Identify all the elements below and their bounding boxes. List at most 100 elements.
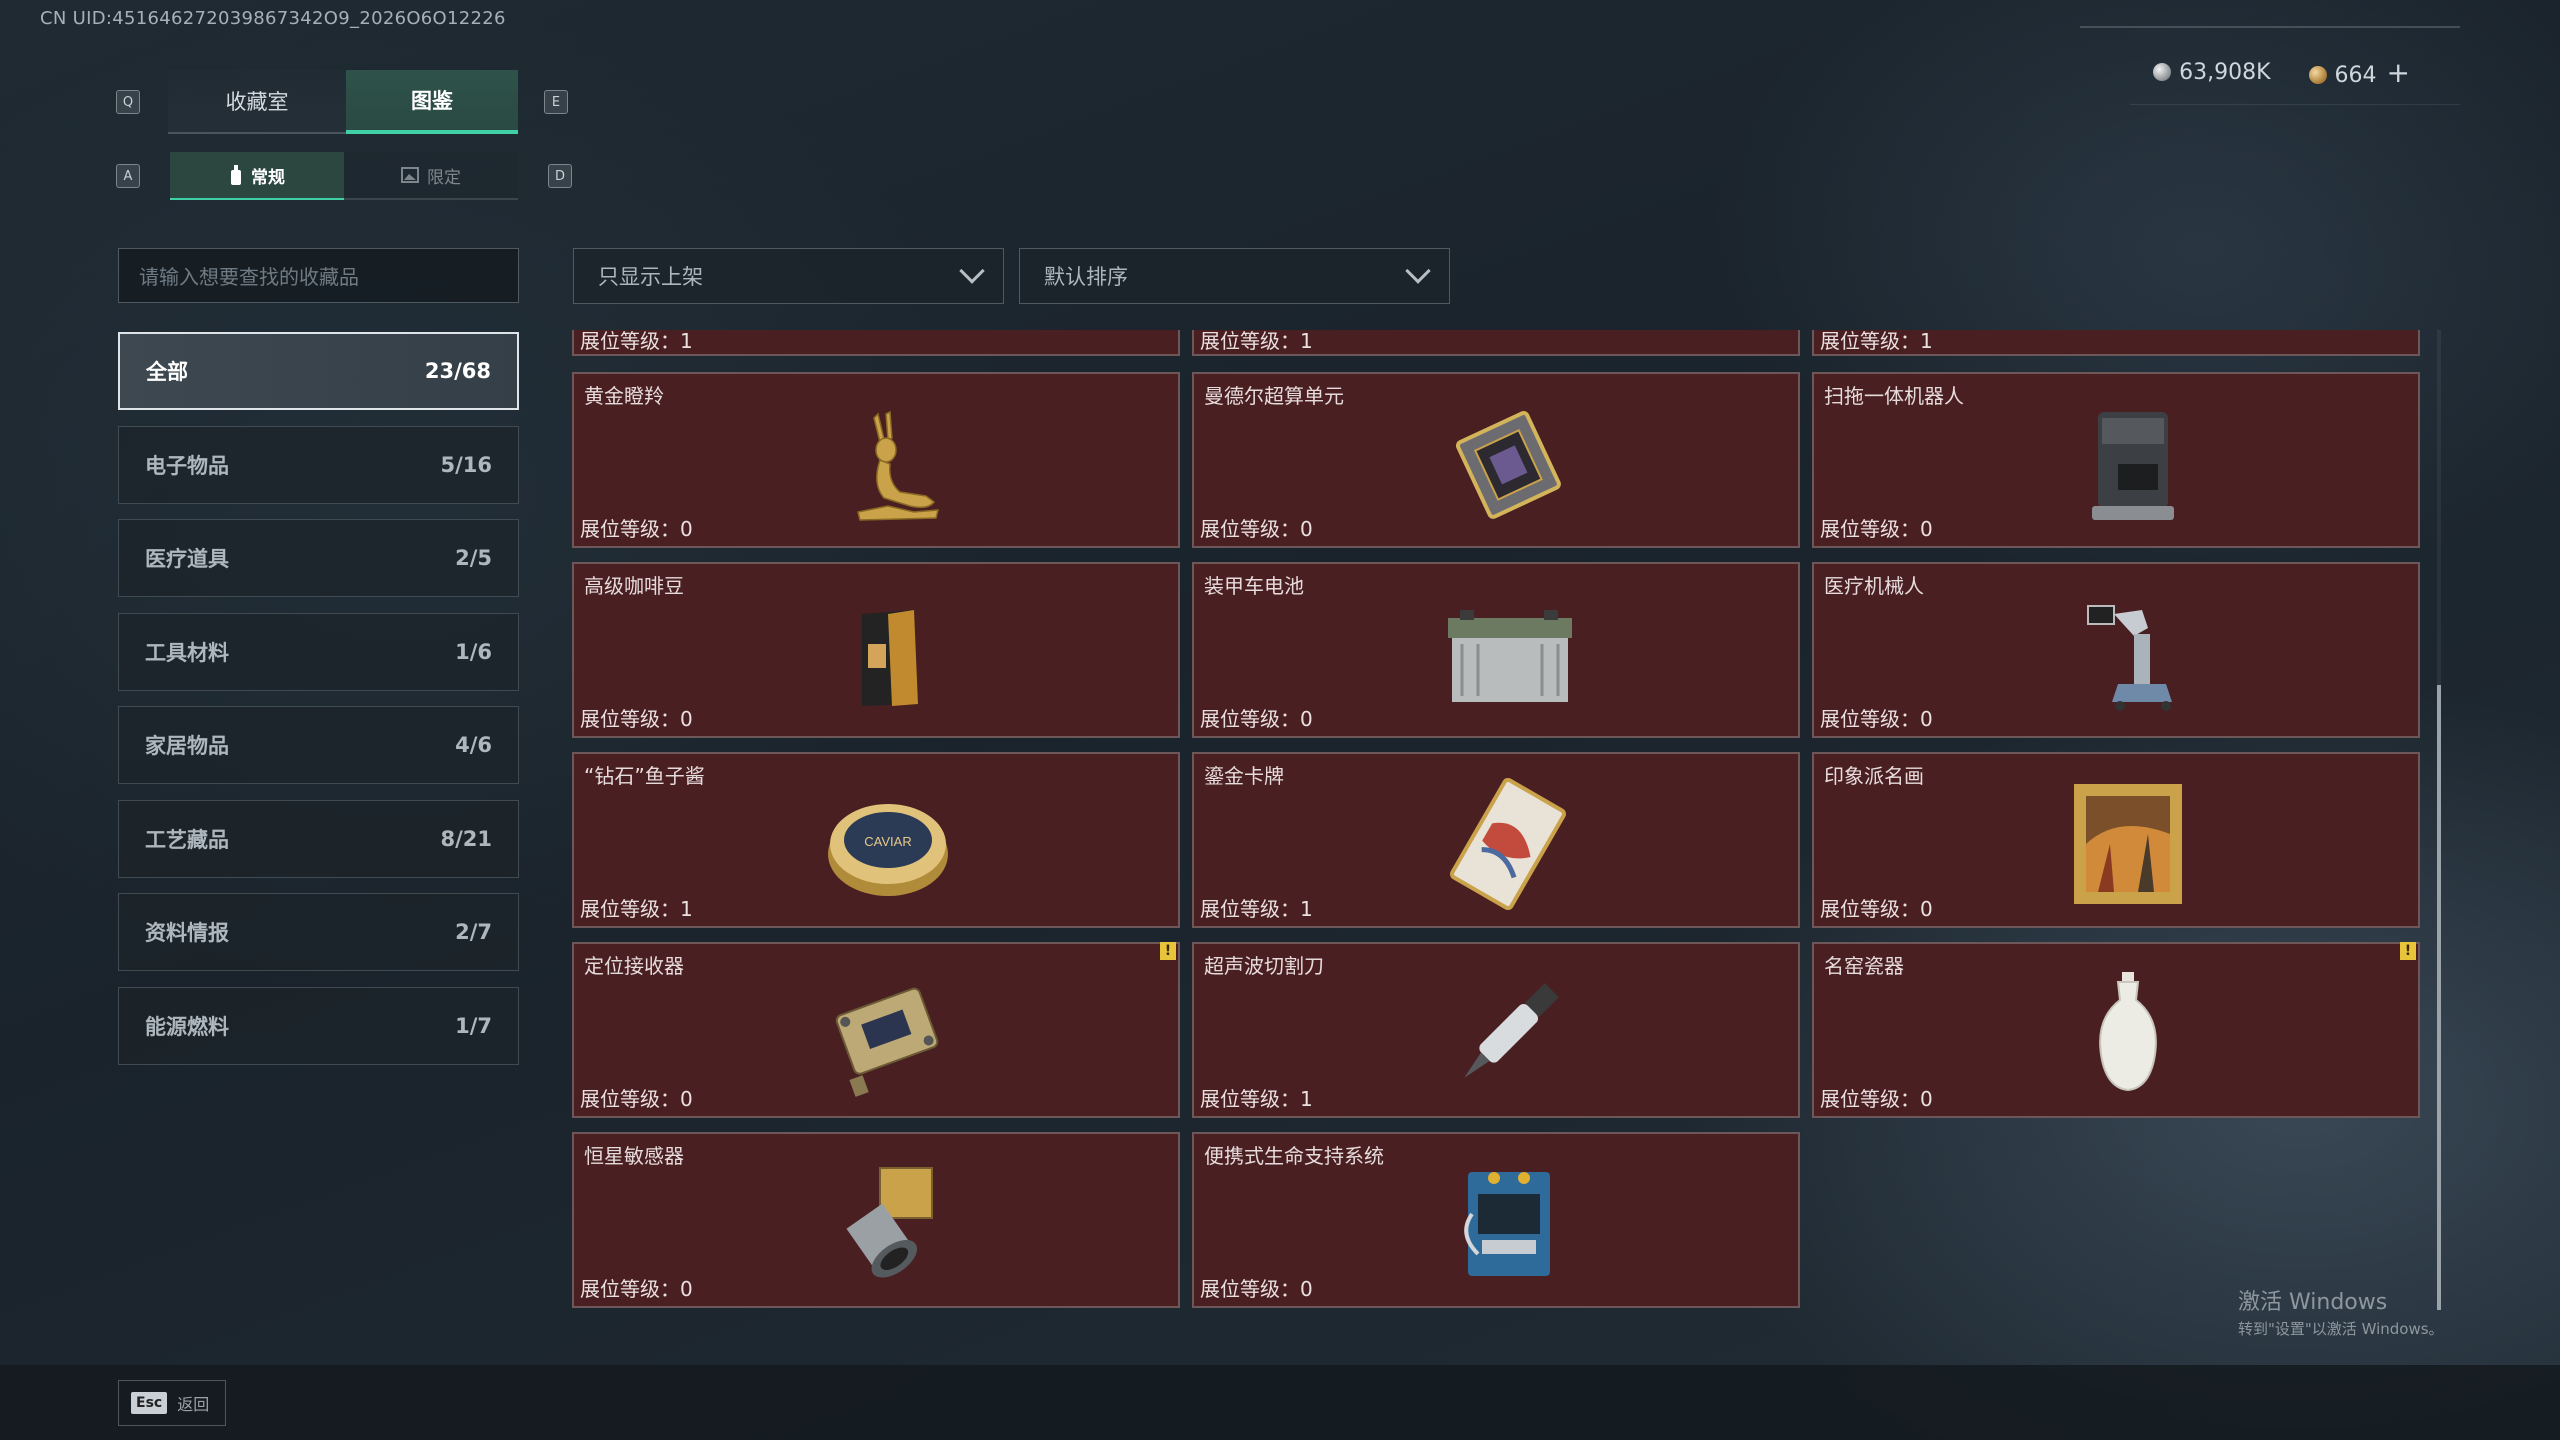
collectible-card[interactable]: 恒星敏感器 展位等级：0 <box>572 1132 1180 1308</box>
search-input[interactable]: 请输入想要查找的收藏品 <box>118 248 519 303</box>
partial-card[interactable]: 展位等级：1 <box>1812 330 2420 356</box>
collectible-card[interactable]: 便携式生命支持系统 展位等级：0 <box>1192 1132 1800 1308</box>
booth-level: 展位等级：0 <box>1200 1277 1313 1301</box>
user-id-label: CN UID:451646272039867342O9_2026O6O12226 <box>40 8 506 29</box>
item-name: “钻石”鱼子酱 <box>584 764 705 788</box>
category-label: 工具材料 <box>145 640 229 665</box>
category-item[interactable]: 全部 23/68 <box>118 332 519 410</box>
back-label: 返回 <box>177 1395 210 1414</box>
subtab-regular-label: 常规 <box>251 167 285 188</box>
category-label: 电子物品 <box>145 453 229 478</box>
item-name: 黄金瞪羚 <box>584 384 664 408</box>
porcelain-vase-icon <box>2058 964 2198 1104</box>
collectible-grid[interactable]: 展位等级：1 展位等级：1 展位等级：1 黄金瞪羚 展位等级：0 曼德尔超算单元 展位等级：… <box>572 330 2424 1330</box>
collectible-card[interactable]: 黄金瞪羚展位等级：0 <box>572 372 1180 548</box>
back-button[interactable]: Esc 返回 <box>118 1380 226 1426</box>
golden-gazelle-icon <box>818 394 958 534</box>
booth-level: 展位等级：0 <box>1200 707 1313 731</box>
key-hint-e: E <box>544 90 568 114</box>
supercomputer-chip-icon <box>1438 394 1578 534</box>
booth-level: 展位等级：0 <box>580 517 693 541</box>
sub-tabs: 常规 限定 <box>170 152 518 200</box>
category-label: 工艺藏品 <box>145 827 229 852</box>
partial-card[interactable]: 展位等级：1 <box>1192 330 1800 356</box>
collectible-card[interactable]: 名窑瓷器 展位等级：0! <box>1812 942 2420 1118</box>
category-count: 1/6 <box>455 639 492 664</box>
caviar-tin-icon: CAVIAR <box>818 774 958 914</box>
collectible-card[interactable]: 定位接收器展位等级：0! <box>572 942 1180 1118</box>
silver-coin-icon <box>2153 63 2172 81</box>
gold-amount: 664 <box>2334 63 2377 88</box>
add-currency-button[interactable]: + <box>2387 56 2410 89</box>
partial-card[interactable]: 展位等级：1 <box>572 330 1180 356</box>
mop-robot-icon <box>2058 394 2198 534</box>
coffee-bag-icon <box>818 584 958 724</box>
life-support-system-icon <box>1438 1154 1578 1294</box>
warning-icon: ! <box>1160 942 1176 960</box>
activation-line-2: 转到"设置"以激活 Windows。 <box>2238 1320 2444 1338</box>
currency-bar: 63,908K 664 + <box>2153 56 2410 89</box>
item-name: 超声波切割刀 <box>1204 954 1324 978</box>
key-hint-a: A <box>116 164 140 188</box>
scrollbar-thumb[interactable] <box>2437 685 2441 1310</box>
booth-level: 展位等级：0 <box>580 1087 693 1111</box>
subtab-limited-label: 限定 <box>427 167 461 188</box>
collectible-card[interactable]: 高级咖啡豆 展位等级：0 <box>572 562 1180 738</box>
item-name: 定位接收器 <box>584 954 684 978</box>
booth-level: 展位等级：1 <box>1200 330 1313 353</box>
item-name: 鎏金卡牌 <box>1204 764 1284 788</box>
category-item[interactable]: 医疗道具 2/5 <box>118 519 519 597</box>
booth-level: 展位等级：0 <box>580 1277 693 1301</box>
category-count: 8/21 <box>440 826 492 851</box>
category-count: 5/16 <box>440 452 492 477</box>
collectible-card[interactable]: 医疗机械人 展位等级：0 <box>1812 562 2420 738</box>
gps-receiver-icon <box>818 964 958 1104</box>
item-name: 高级咖啡豆 <box>584 574 684 598</box>
warning-icon: ! <box>2400 942 2416 960</box>
ultrasonic-knife-icon <box>1438 964 1578 1104</box>
booth-level: 展位等级：1 <box>1200 897 1313 921</box>
collectible-card[interactable]: 鎏金卡牌展位等级：1 <box>1192 752 1800 928</box>
subtab-regular[interactable]: 常规 <box>170 152 344 200</box>
category-item[interactable]: 能源燃料 1/7 <box>118 986 519 1065</box>
windows-activation-watermark: 激活 Windows 转到"设置"以激活 Windows。 <box>2238 1284 2444 1339</box>
chevron-down-icon <box>959 258 985 284</box>
category-item[interactable]: 工艺藏品 8/21 <box>118 799 519 878</box>
booth-level: 展位等级：0 <box>1820 517 1933 541</box>
collectible-card[interactable]: “钻石”鱼子酱 CAVIAR 展位等级：1 <box>572 752 1180 928</box>
category-item[interactable]: 工具材料 1/6 <box>118 612 519 691</box>
star-sensor-icon <box>818 1154 958 1294</box>
collectible-card[interactable]: 曼德尔超算单元展位等级：0 <box>1192 372 1800 548</box>
category-label: 全部 <box>146 360 188 384</box>
item-name: 曼德尔超算单元 <box>1204 384 1344 408</box>
item-name: 医疗机械人 <box>1824 574 1924 598</box>
subtab-limited[interactable]: 限定 <box>344 152 518 200</box>
category-count: 23/68 <box>424 359 491 383</box>
collectible-card[interactable]: 扫拖一体机器人 展位等级：0 <box>1812 372 2420 548</box>
tab-catalog[interactable]: 图鉴 <box>346 70 518 134</box>
category-item[interactable]: 电子物品 5/16 <box>118 425 519 504</box>
shelf-filter-dropdown[interactable]: 只显示上架 <box>573 248 1004 304</box>
gilded-card-icon <box>1438 774 1578 914</box>
grid-scrollbar[interactable] <box>2437 330 2441 1310</box>
booth-level: 展位等级：0 <box>1200 517 1313 541</box>
top-divider <box>2080 26 2460 28</box>
gold-coin-icon <box>2308 66 2327 84</box>
medical-robot-icon <box>2058 584 2198 724</box>
booth-level: 展位等级：1 <box>1820 330 1933 353</box>
category-item[interactable]: 资料情报 2/7 <box>118 893 519 971</box>
sort-dropdown[interactable]: 默认排序 <box>1019 248 1450 304</box>
gold-currency: 664 + <box>2308 56 2410 89</box>
key-hint-d: D <box>548 164 572 188</box>
collectible-card[interactable]: 装甲车电池 展位等级：0 <box>1192 562 1800 738</box>
category-label: 医疗道具 <box>145 547 229 571</box>
silver-amount: 63,908K <box>2179 60 2271 85</box>
category-item[interactable]: 家居物品 4/6 <box>118 706 519 784</box>
shelf-filter-value: 只显示上架 <box>598 265 703 289</box>
collectible-card[interactable]: 超声波切割刀展位等级：1 <box>1192 942 1800 1118</box>
tab-collection-room[interactable]: 收藏室 <box>168 70 346 134</box>
booth-level: 展位等级：1 <box>1200 1087 1313 1111</box>
sort-value: 默认排序 <box>1044 265 1128 289</box>
caviar-label: CAVIAR <box>864 834 911 849</box>
collectible-card[interactable]: 印象派名画 展位等级：0 <box>1812 752 2420 928</box>
